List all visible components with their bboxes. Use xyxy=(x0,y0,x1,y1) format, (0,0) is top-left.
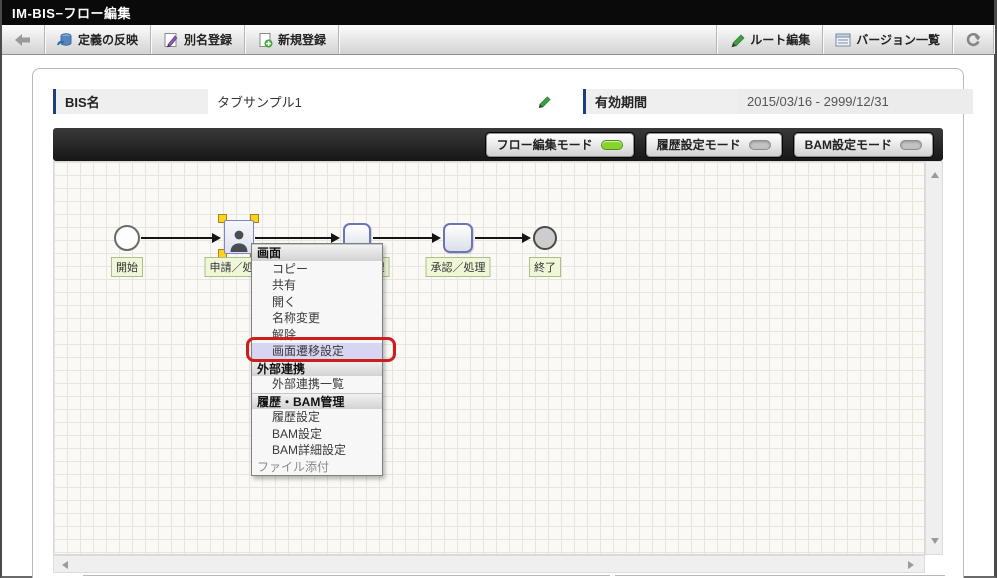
mode-button-flow-edit[interactable]: フロー編集モード xyxy=(485,132,634,157)
valid-period-label: 有効期間 xyxy=(583,89,738,114)
menu-item-bam-detail-setting[interactable]: BAM詳細設定 xyxy=(252,442,382,459)
alias-register-icon xyxy=(164,32,178,47)
menu-item-bam-setting[interactable]: BAM設定 xyxy=(252,426,382,443)
arrowhead-icon xyxy=(432,233,441,243)
route-edit-icon xyxy=(731,34,745,47)
menu-item-file-attach[interactable]: ファイル添付 xyxy=(252,459,382,476)
reflect-definition-label: 定義の反映 xyxy=(78,33,139,47)
approve-task-node[interactable] xyxy=(443,223,473,253)
arrowhead-icon xyxy=(212,233,221,243)
menu-item-share[interactable]: 共有 xyxy=(252,277,382,294)
menu-item-copy[interactable]: コピー xyxy=(252,261,382,278)
mode-bam-label: BAM設定モード xyxy=(804,138,892,152)
menu-item-external-link-list[interactable]: 外部連携一覧 xyxy=(252,376,382,393)
toolbar-separator xyxy=(993,25,994,54)
menu-item-rename[interactable]: 名称変更 xyxy=(252,310,382,327)
mode-flow-edit-label: フロー編集モード xyxy=(496,138,593,152)
new-register-button[interactable]: 新規登録 xyxy=(245,25,338,54)
menu-item-open[interactable]: 開く xyxy=(252,294,382,311)
scroll-down-icon[interactable] xyxy=(931,538,939,544)
arrowhead-icon xyxy=(522,233,531,243)
bis-name-edit-button[interactable] xyxy=(530,89,558,114)
bis-name-label: BIS名 xyxy=(53,89,208,114)
bottom-divider xyxy=(83,575,610,576)
version-list-icon xyxy=(835,33,851,46)
toggle-off-indicator-icon xyxy=(748,139,771,150)
db-sync-icon xyxy=(57,32,72,46)
apply-task-node[interactable] xyxy=(224,220,254,254)
route-edit-label: ルート編集 xyxy=(750,33,811,47)
refresh-button[interactable] xyxy=(953,25,993,54)
flow-connector xyxy=(141,237,212,239)
valid-period-value: 2015/03/16 - 2999/12/31 xyxy=(738,89,973,114)
back-arrow-icon xyxy=(15,33,30,46)
mode-bar: フロー編集モード 履歴設定モード BAM設定モード xyxy=(53,128,943,161)
canvas-vertical-scrollbar[interactable] xyxy=(925,161,943,555)
new-register-icon xyxy=(259,32,273,47)
alias-register-button[interactable]: 別名登録 xyxy=(151,25,244,54)
new-register-label: 新規登録 xyxy=(278,33,327,47)
flow-connector xyxy=(255,237,331,239)
alias-register-label: 別名登録 xyxy=(184,33,233,47)
end-node[interactable] xyxy=(533,226,557,250)
refresh-icon xyxy=(966,32,981,46)
mode-button-bam-setting[interactable]: BAM設定モード xyxy=(793,132,933,157)
end-node-label: 終了 xyxy=(529,257,561,277)
canvas-horizontal-scrollbar[interactable] xyxy=(53,555,925,573)
toolbar: 定義の反映 別名登録 新規登録 ルート編集 バージョン一覧 xyxy=(2,25,994,55)
content-area: BIS名 タブサンプル1 有効期間 2015/03/16 - 2999/12/3… xyxy=(2,55,994,578)
title-bar: IM-BIS−フロー編集 xyxy=(2,0,994,25)
route-edit-button[interactable]: ルート編集 xyxy=(717,25,822,54)
mode-history-label: 履歴設定モード xyxy=(656,138,741,152)
toggle-on-indicator-icon xyxy=(600,139,623,150)
menu-item-history-setting[interactable]: 履歴設定 xyxy=(252,409,382,426)
toolbar-separator xyxy=(338,25,340,54)
info-bar: BIS名 タブサンプル1 有効期間 2015/03/16 - 2999/12/3… xyxy=(53,89,973,114)
bottom-divider xyxy=(615,575,945,576)
scroll-left-icon[interactable] xyxy=(62,561,68,569)
toggle-off-indicator-icon xyxy=(900,139,922,150)
person-icon xyxy=(230,230,248,252)
version-list-button[interactable]: バージョン一覧 xyxy=(823,25,952,54)
flow-connector xyxy=(475,237,522,239)
bis-name-value: タブサンプル1 xyxy=(208,89,530,114)
context-menu-header-screen: 画面 xyxy=(252,244,382,261)
page-title: IM-BIS−フロー編集 xyxy=(12,6,132,21)
arrowhead-icon xyxy=(331,233,340,243)
start-node[interactable] xyxy=(114,225,140,251)
toolbar-left-group: 定義の反映 別名登録 新規登録 xyxy=(2,25,340,54)
app-window: IM-BIS−フロー編集 定義の反映 別名登録 新規登録 ルート編集 バージョン… xyxy=(0,0,997,578)
info-bar-spacer xyxy=(558,89,583,114)
reflect-definition-button[interactable]: 定義の反映 xyxy=(45,25,150,54)
scroll-up-icon[interactable] xyxy=(931,172,939,178)
annotation-highlight-box xyxy=(246,337,396,362)
flow-grid[interactable] xyxy=(53,161,925,555)
context-menu-header-history-bam: 履歴・BAM管理 xyxy=(252,392,382,409)
back-button[interactable] xyxy=(2,25,44,54)
scroll-right-icon[interactable] xyxy=(908,561,914,569)
toolbar-right-group: ルート編集 バージョン一覧 xyxy=(716,25,994,54)
flow-edit-panel: BIS名 タブサンプル1 有効期間 2015/03/16 - 2999/12/3… xyxy=(32,68,973,578)
start-node-label: 開始 xyxy=(111,257,143,277)
version-list-label: バージョン一覧 xyxy=(856,33,940,47)
flow-canvas[interactable]: 開始 申請／処理 申請／処理 承認／処理 終了 xyxy=(53,161,943,573)
edit-pencil-icon xyxy=(538,96,551,109)
scrollbar-corner xyxy=(925,555,943,573)
mode-button-history-setting[interactable]: 履歴設定モード xyxy=(645,132,782,157)
approve-node-label: 承認／処理 xyxy=(425,257,491,277)
flow-connector xyxy=(373,237,432,239)
